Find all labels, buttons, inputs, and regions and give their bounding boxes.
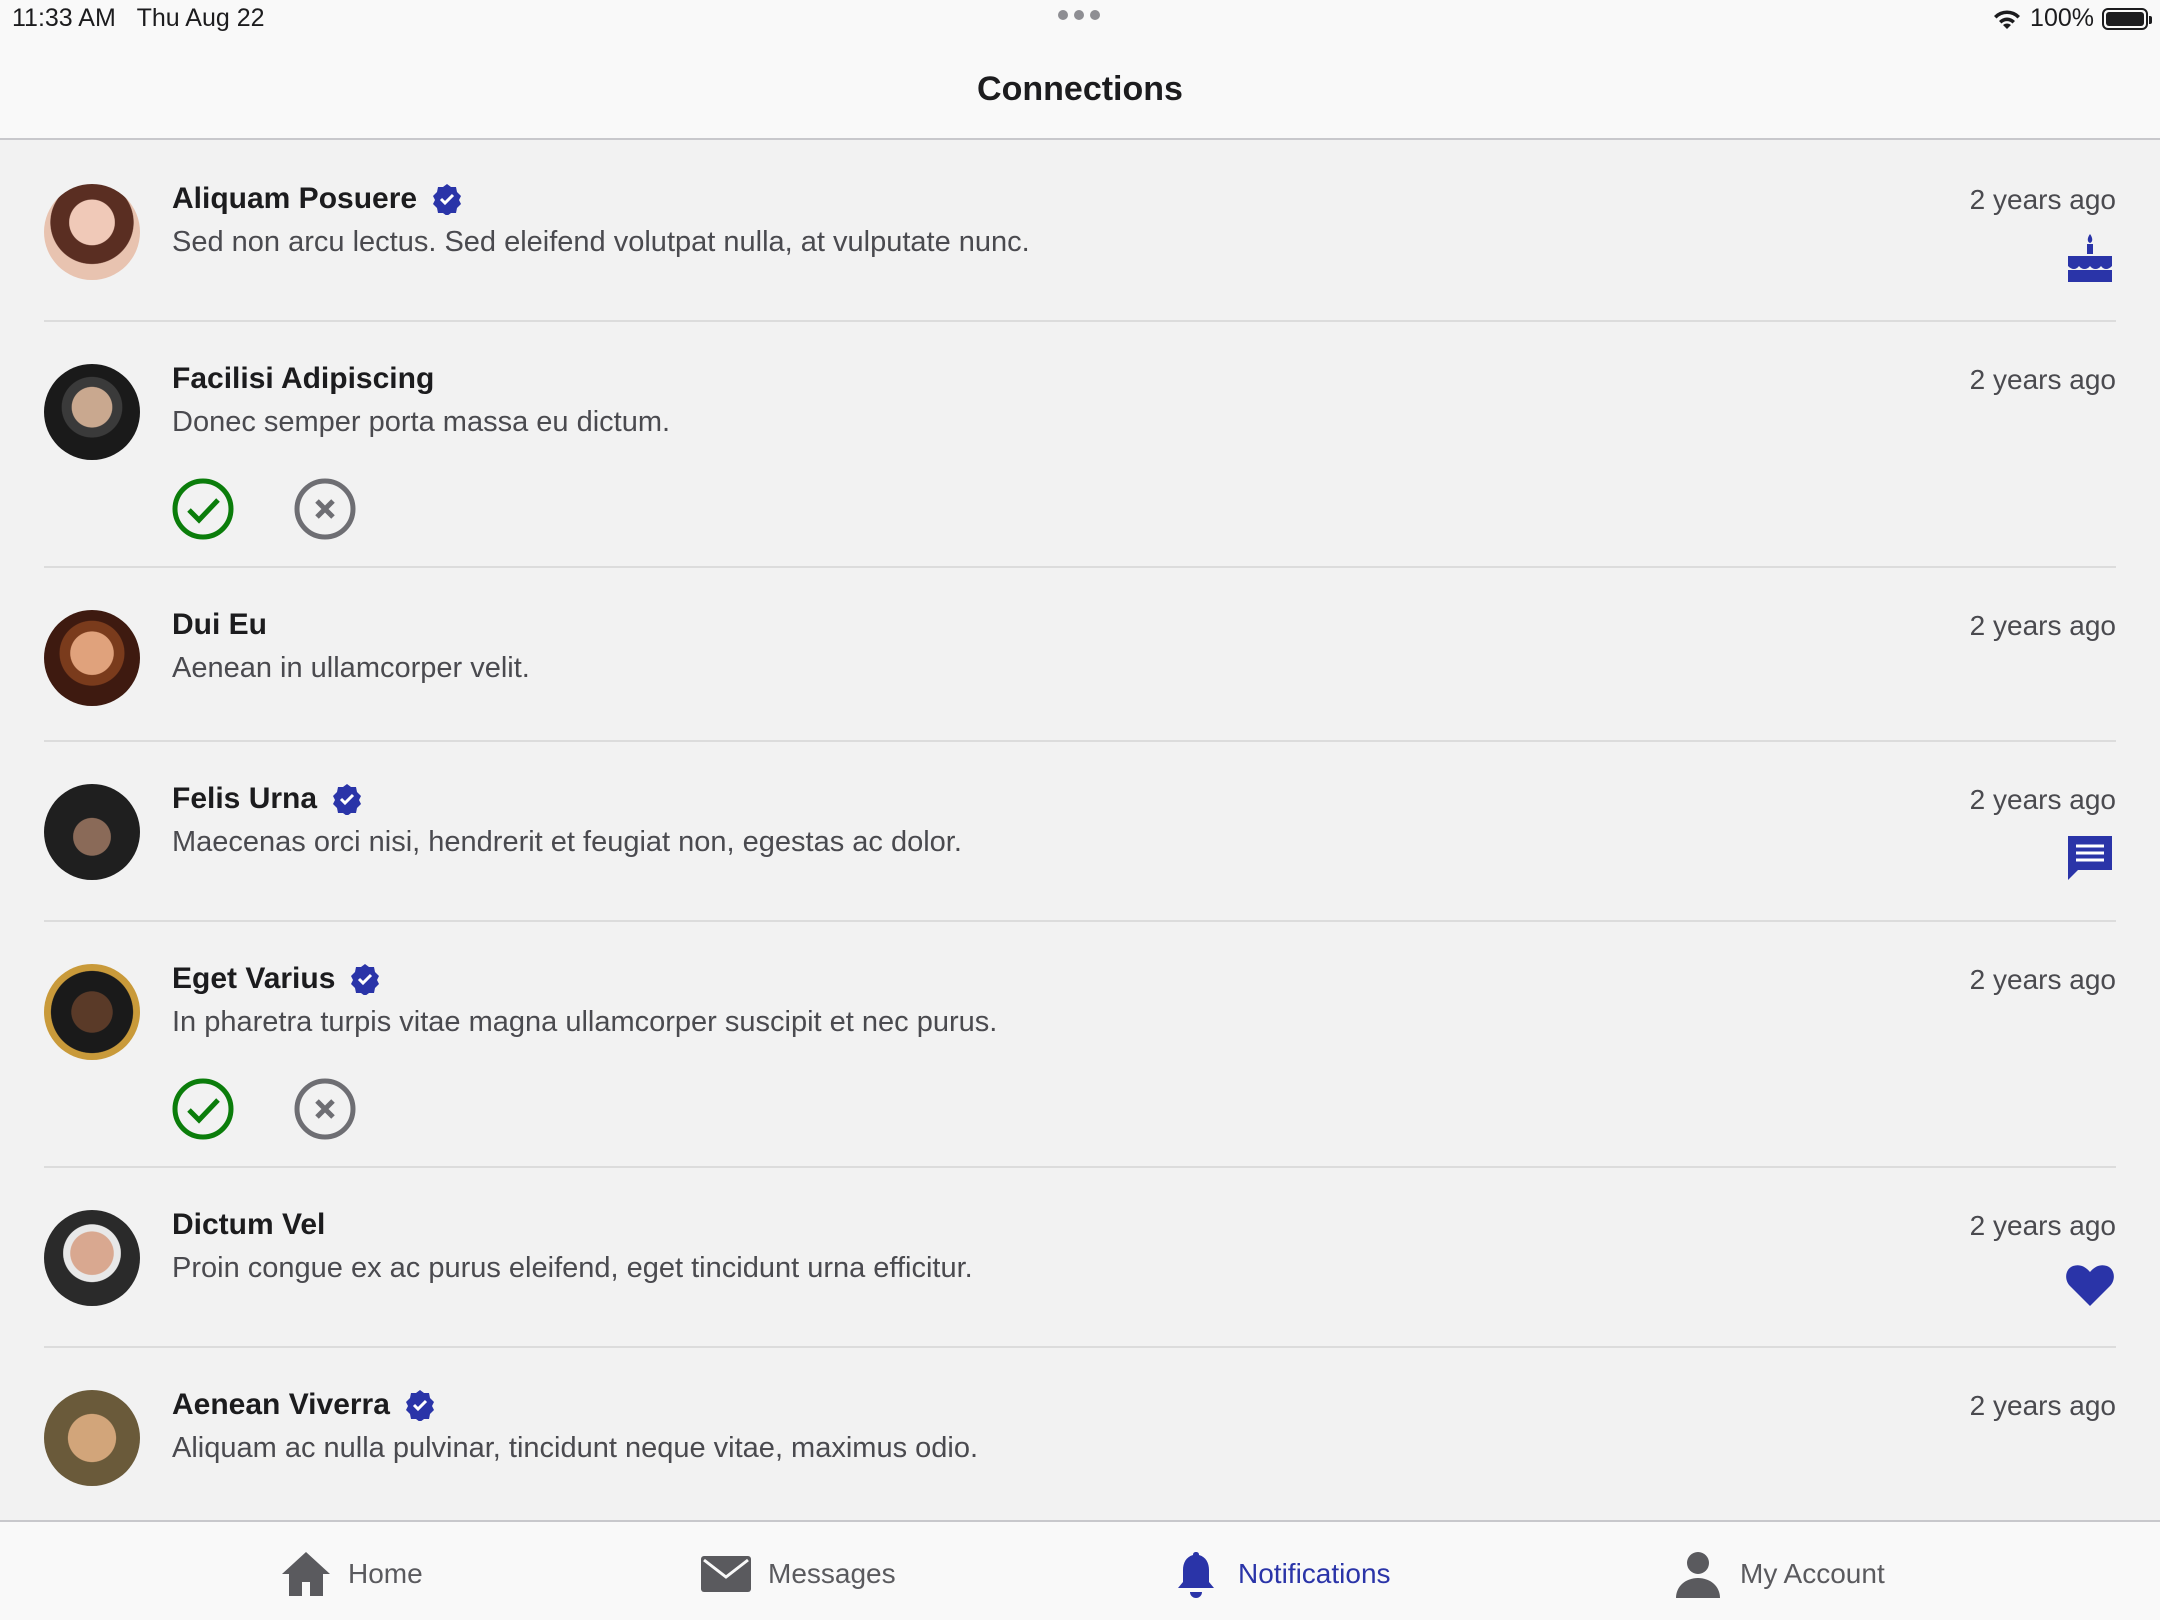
connection-name[interactable]: Felis Urna: [172, 782, 317, 816]
timestamp: 2 years ago: [1969, 610, 2116, 641]
connection-name[interactable]: Facilisi Adipiscing: [172, 362, 434, 396]
navigation-bar: Connections: [0, 40, 2160, 140]
verified-badge-icon: [351, 964, 380, 995]
multitasking-dots[interactable]: [1058, 10, 1100, 20]
timestamp: 2 years ago: [1969, 964, 2116, 995]
tab-label: Messages: [768, 1558, 896, 1589]
verified-badge-icon: [405, 1390, 434, 1421]
decline-x-icon[interactable]: [294, 478, 356, 540]
connection-message: Maecenas orci nisi, hendrerit et feugiat…: [172, 826, 962, 858]
battery-icon: [2102, 7, 2152, 30]
status-bar: 11:33 AM Thu Aug 22 100%: [0, 0, 2160, 40]
connection-name[interactable]: Dictum Vel: [172, 1208, 325, 1242]
tab-my-account[interactable]: My Account: [1672, 1548, 1885, 1600]
bell-icon: [1178, 1552, 1214, 1598]
timestamp: 2 years ago: [1969, 364, 2116, 395]
tab-messages[interactable]: Messages: [700, 1548, 896, 1600]
list-item[interactable]: Dui Eu Aenean in ullamcorper velit. 2 ye…: [44, 568, 2116, 742]
timestamp: 2 years ago: [1969, 784, 2116, 815]
person-icon: [1676, 1552, 1720, 1598]
connection-message: Donec semper porta massa eu dictum.: [172, 406, 671, 438]
tab-label: Notifications: [1238, 1558, 1391, 1589]
list-item[interactable]: Dictum Vel Proin congue ex ac purus elei…: [44, 1168, 2116, 1348]
connections-list[interactable]: Aliquam Posuere Sed non arcu lectus. Sed…: [0, 142, 2160, 1520]
list-item[interactable]: Aliquam Posuere Sed non arcu lectus. Sed…: [44, 142, 2116, 322]
tab-notifications[interactable]: Notifications: [1170, 1548, 1391, 1600]
avatar[interactable]: [44, 610, 140, 706]
avatar[interactable]: [44, 1210, 140, 1306]
verified-badge-icon: [333, 784, 362, 815]
status-time: 11:33 AM Thu Aug 22: [12, 4, 265, 32]
tab-label: My Account: [1740, 1558, 1885, 1589]
tab-home[interactable]: Home: [280, 1548, 423, 1600]
heart-icon: [2066, 1265, 2114, 1306]
home-icon: [282, 1552, 330, 1596]
connection-message: Aenean in ullamcorper velit.: [172, 652, 530, 684]
list-item[interactable]: Aenean Viverra Aliquam ac nulla pulvinar…: [44, 1348, 2116, 1520]
page-title: Connections: [977, 70, 1183, 108]
tab-label: Home: [348, 1558, 423, 1589]
accept-check-icon[interactable]: [172, 1078, 234, 1140]
request-actions: [172, 478, 356, 540]
connection-name[interactable]: Aenean Viverra: [172, 1388, 390, 1422]
connection-name[interactable]: Dui Eu: [172, 608, 267, 642]
timestamp: 2 years ago: [1969, 1210, 2116, 1241]
avatar[interactable]: [44, 364, 140, 460]
timestamp: 2 years ago: [1969, 184, 2116, 215]
timestamp: 2 years ago: [1969, 1390, 2116, 1421]
status-right: 100%: [1992, 4, 2152, 33]
envelope-icon: [701, 1556, 751, 1592]
request-actions: [172, 1078, 356, 1140]
avatar[interactable]: [44, 964, 140, 1060]
wifi-icon: [1994, 9, 2021, 29]
connection-name[interactable]: Aliquam Posuere: [172, 182, 417, 216]
connection-message: Sed non arcu lectus. Sed eleifend volutp…: [172, 226, 1030, 258]
avatar[interactable]: [44, 784, 140, 880]
decline-x-icon[interactable]: [294, 1078, 356, 1140]
connection-name[interactable]: Eget Varius: [172, 962, 335, 996]
avatar[interactable]: [44, 1390, 140, 1486]
avatar[interactable]: [44, 184, 140, 280]
verified-badge-icon: [433, 184, 462, 215]
list-item[interactable]: Facilisi Adipiscing Donec semper porta m…: [44, 322, 2116, 568]
connection-message: Aliquam ac nulla pulvinar, tincidunt neq…: [172, 1432, 979, 1464]
connection-message: In pharetra turpis vitae magna ullamcorp…: [172, 1006, 998, 1038]
battery-percent: 100%: [2030, 4, 2094, 32]
list-item[interactable]: Felis Urna Maecenas orci nisi, hendrerit…: [44, 742, 2116, 922]
accept-check-icon[interactable]: [172, 478, 234, 540]
connection-message: Proin congue ex ac purus eleifend, eget …: [172, 1252, 973, 1284]
tab-bar: Home Messages Notifications My Account: [0, 1520, 2160, 1620]
list-item[interactable]: Eget Varius In pharetra turpis vitae mag…: [44, 922, 2116, 1168]
birthday-cake-icon: [2068, 234, 2112, 282]
message-icon: [2068, 836, 2112, 880]
